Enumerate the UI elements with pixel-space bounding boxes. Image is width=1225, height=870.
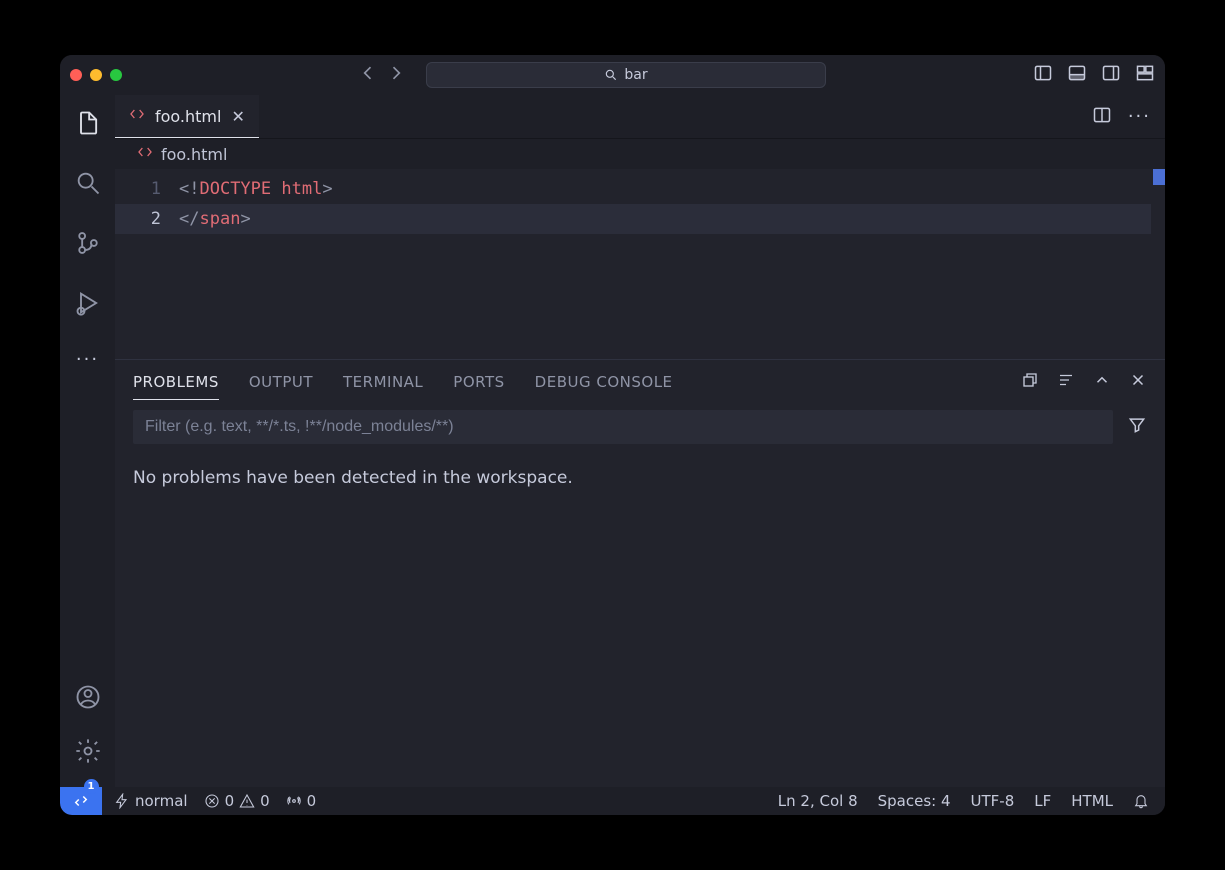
run-debug-view-button[interactable] [74,289,102,321]
status-errors[interactable]: 0 0 [204,792,270,810]
customize-layout-button[interactable] [1135,63,1155,87]
editor-tabs: foo.html ✕ ··· [115,95,1165,139]
app-window: bar ··· 1 [60,55,1165,815]
command-center-text: bar [624,67,647,83]
line-number-gutter: 12 [115,169,179,359]
line-number: 2 [115,204,161,234]
tab-filename: foo.html [155,107,221,126]
status-mode[interactable]: normal [114,792,188,810]
close-window-button[interactable] [70,69,82,81]
bottom-panel: PROBLEMS OUTPUT TERMINAL PORTS DEBUG CONSOLE… [115,359,1165,787]
nav-arrows [358,63,406,87]
command-center[interactable]: bar [426,62,826,88]
minimize-window-button[interactable] [90,69,102,81]
html-file-icon [129,106,145,126]
nav-back-button[interactable] [358,63,378,87]
accounts-button[interactable] [74,683,102,715]
status-cursor-position[interactable]: Ln 2, Col 8 [778,792,858,810]
status-indentation[interactable]: Spaces: 4 [878,792,951,810]
html-file-icon [137,144,153,164]
fullscreen-window-button[interactable] [110,69,122,81]
problems-filter-row [133,410,1147,444]
activity-bar: ··· 1 [60,95,115,787]
breadcrumb[interactable]: foo.html [115,139,1165,169]
status-notifications-button[interactable] [1133,793,1149,809]
panel-tab-terminal[interactable]: TERMINAL [343,373,423,391]
panel-close-button[interactable] [1129,371,1147,393]
status-language[interactable]: HTML [1071,792,1113,810]
line-number: 1 [115,174,161,204]
collapse-all-button[interactable] [1021,371,1039,393]
problems-empty-message: No problems have been detected in the wo… [133,468,573,488]
manage-settings-button[interactable]: 1 [74,737,102,769]
status-encoding[interactable]: UTF-8 [971,792,1015,810]
panel-tab-ports[interactable]: PORTS [453,373,504,391]
editor-group: foo.html ✕ ··· foo.html 12 <!DOCTYPE htm… [115,95,1165,787]
minimap-highlight [1153,169,1165,185]
titlebar: bar [60,55,1165,95]
status-bar: normal 0 0 0 Ln 2, Col 8 Spaces: 4 UTF-8… [60,787,1165,815]
search-view-button[interactable] [74,169,102,201]
title-layout-controls [1033,63,1155,87]
panel-maximize-button[interactable] [1093,371,1111,393]
code-line: </span> [179,204,333,234]
tab-close-button[interactable]: ✕ [231,107,244,126]
breadcrumb-filename: foo.html [161,145,227,164]
split-editor-button[interactable] [1092,105,1112,129]
toggle-primary-sidebar-button[interactable] [1033,63,1053,87]
view-as-list-button[interactable] [1057,371,1075,393]
panel-tab-problems[interactable]: PROBLEMS [133,373,219,400]
search-icon [604,68,618,82]
panel-tab-output[interactable]: OUTPUT [249,373,313,391]
problems-body: No problems have been detected in the wo… [115,450,1165,787]
additional-views-button[interactable]: ··· [76,349,99,370]
source-control-view-button[interactable] [74,229,102,261]
panel-tab-debug-console[interactable]: DEBUG CONSOLE [535,373,673,391]
settings-badge: 1 [84,779,99,794]
toggle-secondary-sidebar-button[interactable] [1101,63,1121,87]
toggle-panel-button[interactable] [1067,63,1087,87]
explorer-view-button[interactable] [74,109,102,141]
code-line: <!DOCTYPE html> [179,174,333,204]
nav-forward-button[interactable] [386,63,406,87]
editor-tab-active[interactable]: foo.html ✕ [115,95,259,138]
editor-more-actions-button[interactable]: ··· [1128,106,1151,127]
window-controls [70,69,122,81]
code-content: <!DOCTYPE html></span> [179,169,333,359]
filter-icon[interactable] [1127,415,1147,439]
code-editor[interactable]: 12 <!DOCTYPE html></span> [115,169,1165,359]
status-ports[interactable]: 0 [286,792,317,810]
panel-tabs: PROBLEMS OUTPUT TERMINAL PORTS DEBUG CONSOLE [115,360,1165,404]
problems-filter-input[interactable] [133,410,1113,444]
status-eol[interactable]: LF [1034,792,1051,810]
